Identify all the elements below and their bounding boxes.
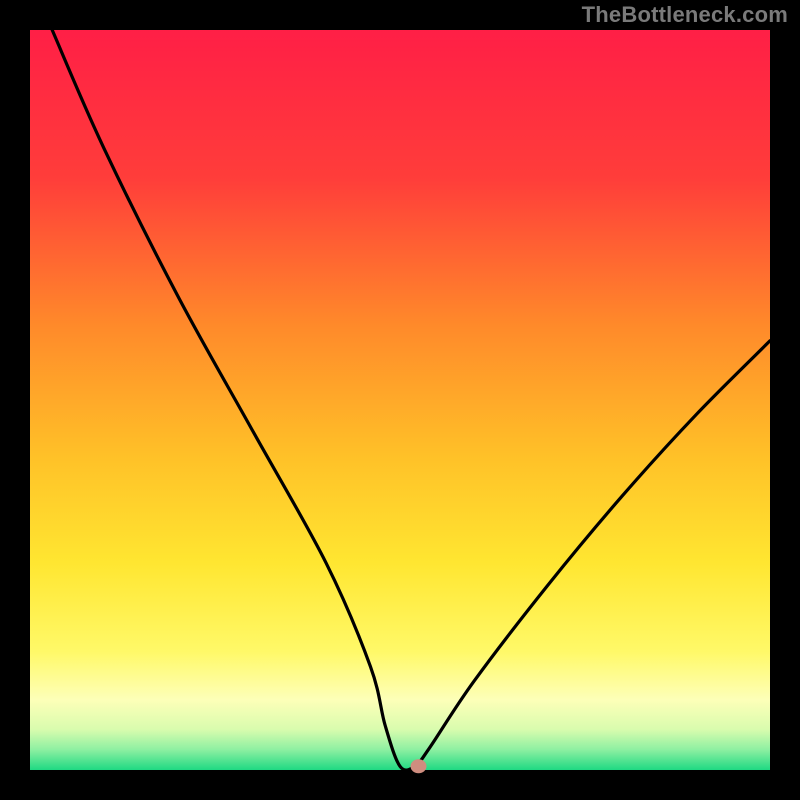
optimal-point-marker (411, 759, 427, 773)
watermark-text: TheBottleneck.com (582, 2, 788, 28)
bottleneck-chart (0, 0, 800, 800)
plot-background-gradient (30, 30, 770, 770)
chart-stage: TheBottleneck.com (0, 0, 800, 800)
